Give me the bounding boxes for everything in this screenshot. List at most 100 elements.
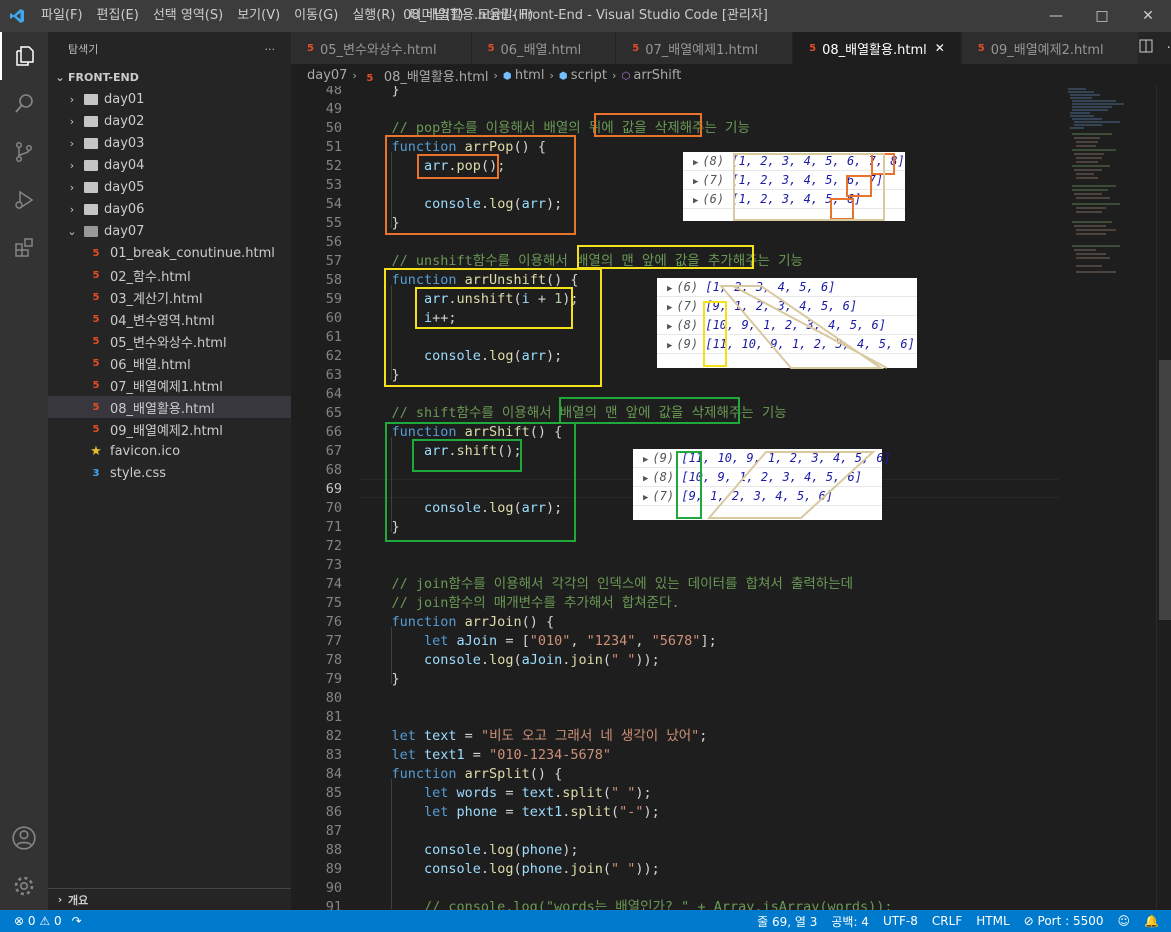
breadcrumb-item[interactable]: ⬢ html [503,68,545,83]
minimize-button[interactable]: — [1033,0,1079,32]
file-item[interactable]: 5 04_변수영역.html [48,308,291,330]
menu-item[interactable]: 도움말(H) [470,0,540,32]
breadcrumb-item[interactable]: ⬡ arrShift [621,68,681,83]
outline-section[interactable]: › 개요 [48,888,291,910]
console-row[interactable]: ▶ (7) [9, 1, 2, 3, 4, 5, 6] [657,297,917,316]
folder-day03[interactable]: › day03 [48,132,291,154]
expand-triangle-icon[interactable]: ▶ [693,158,698,168]
indentation[interactable]: 공백: 4 [831,913,869,930]
file-item[interactable]: 5 01_break_conutinue.html [48,242,291,264]
console-row[interactable]: ▶ (6) [1, 2, 3, 4, 5, 6] [683,190,905,209]
folder-day04[interactable]: › day04 [48,154,291,176]
more-actions-icon[interactable]: ··· [265,43,276,56]
settings-gear-icon[interactable] [0,862,48,910]
folder-day06[interactable]: › day06 [48,198,291,220]
code-line: 53 [291,176,1066,195]
console-row[interactable]: ▶ (6) [1, 2, 3, 4, 5, 6] [657,278,917,297]
language-mode[interactable]: HTML [976,914,1009,928]
expand-triangle-icon[interactable]: ▶ [667,284,672,294]
file-item[interactable]: 5 02_함수.html [48,264,291,286]
editor-more-icon[interactable]: ··· [1167,41,1171,56]
breadcrumb-item[interactable]: ⬢ script [559,68,607,83]
file-favicon[interactable]: ★ favicon.ico [48,440,291,462]
minimap[interactable] [1066,86,1156,910]
tab-3[interactable]: 5 07_배열예제1.html [616,32,794,64]
code-line: 76 function arrJoin() { [291,613,1066,632]
menu-item[interactable]: 터미널(T) [402,0,470,32]
menu-item[interactable]: 선택 영역(S) [146,0,230,32]
expand-triangle-icon[interactable]: ▶ [693,196,698,206]
end-of-line[interactable]: CRLF [932,914,962,928]
console-row[interactable]: ▶ (9) [11, 10, 9, 1, 2, 3, 4, 5, 6] [633,449,891,468]
search-icon[interactable] [0,80,48,128]
console-row[interactable]: ▶ (7) [9, 1, 2, 3, 4, 5, 6] [633,487,882,506]
expand-triangle-icon[interactable]: ▶ [643,493,648,503]
vertical-scrollbar[interactable] [1156,86,1171,910]
expand-triangle-icon[interactable]: ▶ [667,303,672,313]
notifications-bell-icon[interactable]: 🔔 [1144,914,1159,928]
live-server-port[interactable]: ⊘ Port : 5500 [1024,914,1104,928]
console-row[interactable]: ▶ (8) [1, 2, 3, 4, 5, 6, 7, 8] [683,152,905,171]
scrollbar-thumb[interactable] [1159,360,1171,620]
console-row[interactable]: ▶ (8) [10, 9, 1, 2, 3, 4, 5, 6] [657,316,917,335]
source-control-icon[interactable] [0,128,48,176]
file-item[interactable]: 5 05_변수와상수.html [48,330,291,352]
maximize-button[interactable]: □ [1079,0,1125,32]
expand-triangle-icon[interactable]: ▶ [643,455,648,465]
expand-triangle-icon[interactable]: ▶ [693,177,698,187]
folder-label: day01 [104,91,145,107]
line-code: // console.log("words는 배열인가? " + Array.i… [359,899,893,910]
file-item[interactable]: 5 06_배열.html [48,352,291,374]
cursor-position[interactable]: 줄 69, 열 3 [757,913,817,930]
file-item[interactable]: 5 07_배열예제1.html [48,374,291,396]
console-row[interactable]: ▶ (7) [1, 2, 3, 4, 5, 6, 7] [683,171,905,190]
file-item[interactable]: 5 03_계산기.html [48,286,291,308]
array-length: (7) [702,173,725,187]
line-number: 73 [325,557,342,573]
folder-day02[interactable]: › day02 [48,110,291,132]
expand-triangle-icon[interactable]: ▶ [667,341,672,351]
console-row[interactable]: ▶ (9) [11, 10, 9, 1, 2, 3, 4, 5, 6] [657,335,917,354]
console-row[interactable]: ▶ (8) [10, 9, 1, 2, 3, 4, 5, 6] [633,468,882,487]
close-tab-icon[interactable]: ✕ [935,41,949,55]
line-number: 74 [325,576,342,592]
menu-item[interactable]: 편집(E) [90,0,146,32]
run-debug-icon[interactable] [0,176,48,224]
code-editor[interactable]: 48 } 49 50 // pop함수를 이용해서 배열의 뒤에 값을 삭제해주는 … [291,86,1066,910]
breadcrumb-item[interactable]: day07 [307,68,347,83]
split-editor-icon[interactable] [1139,39,1153,57]
file-label: 02_함수.html [110,269,191,285]
menu-item[interactable]: 파일(F) [34,0,90,32]
encoding[interactable]: UTF-8 [883,914,918,928]
file-item[interactable]: 5 09_배열예제2.html [48,418,291,440]
line-number: 84 [325,766,342,782]
workspace-root[interactable]: ⌄ FRONT-END [48,66,291,88]
feedback-icon[interactable]: ☺ [1118,914,1131,928]
line-number: 79 [325,671,342,687]
live-share-icon[interactable]: ↷ [72,914,82,928]
folder-label: day03 [104,135,145,151]
tab-1[interactable]: 5 05_변수와상수.html [291,32,472,64]
tab-4[interactable]: 5 08_배열활용.html ✕ [793,32,962,64]
folder-day05[interactable]: › day05 [48,176,291,198]
menu-item[interactable]: 보기(V) [230,0,287,32]
tab-5[interactable]: 5 09_배열예제2.html [961,32,1139,64]
account-icon[interactable] [0,814,48,862]
line-number: 80 [325,690,342,706]
expand-triangle-icon[interactable]: ▶ [667,322,672,332]
line-number: 83 [325,747,342,763]
breadcrumb-item[interactable]: 5 08_배열활용.html [362,66,488,85]
folder-day07[interactable]: ⌄ day07 [48,220,291,242]
file-style[interactable]: 3 style.css [48,462,291,484]
extensions-icon[interactable] [0,224,48,272]
tab-2[interactable]: 5 06_배열.html [471,32,617,64]
explorer-icon[interactable] [0,32,48,80]
tab-label: 08_배열활용.html [822,42,927,58]
expand-triangle-icon[interactable]: ▶ [643,474,648,484]
file-item[interactable]: 5 08_배열활용.html [48,396,291,418]
menu-item[interactable]: 실행(R) [345,0,402,32]
folder-day01[interactable]: › day01 [48,88,291,110]
problems-indicator[interactable]: ⊗ 0 ⚠ 0 [14,914,62,928]
close-window-button[interactable]: ✕ [1125,0,1171,32]
menu-item[interactable]: 이동(G) [287,0,345,32]
